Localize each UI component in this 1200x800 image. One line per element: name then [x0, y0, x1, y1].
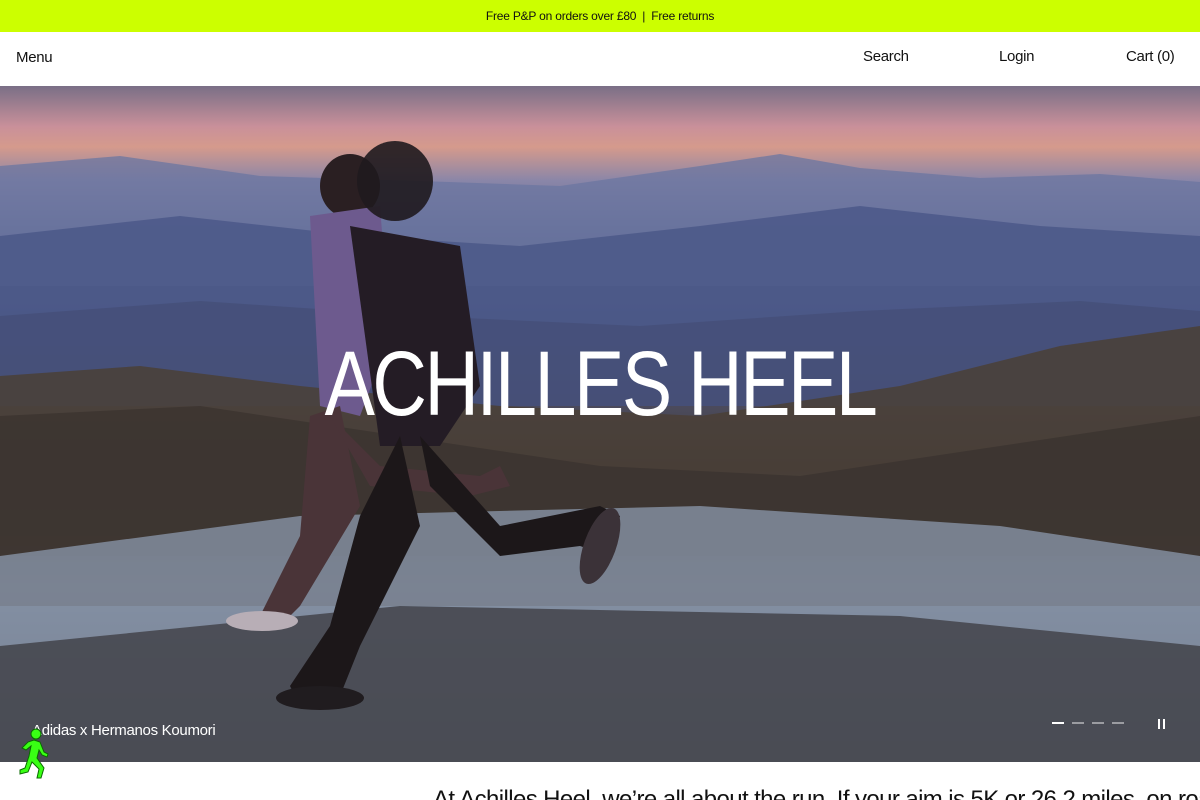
slide-dot-2[interactable]: [1072, 722, 1084, 724]
cart-link[interactable]: Cart (0): [1126, 48, 1175, 65]
menu-button[interactable]: Menu: [16, 49, 53, 66]
login-link[interactable]: Login: [999, 48, 1035, 65]
pause-bar-right: [1162, 719, 1165, 729]
promo-separator: |: [642, 9, 646, 23]
promo-shipping-text: Free P&P on orders over £80: [485, 9, 637, 23]
slide-dot-3[interactable]: [1092, 722, 1104, 724]
hero-caption[interactable]: Adidas x Hermanos Koumori: [32, 722, 216, 739]
hero-title: ACHILLES HEEL: [324, 333, 878, 435]
promo-bar: Free P&P on orders over £80 | Free retur…: [0, 0, 1200, 32]
slide-indicators: [1052, 722, 1124, 724]
slide-dot-4[interactable]: [1112, 722, 1124, 724]
intro-text: At Achilles Heel, we’re all about the ru…: [433, 786, 1200, 800]
runner-icon[interactable]: [14, 728, 52, 780]
pause-bar-left: [1157, 719, 1160, 729]
site-header: Menu Search Login Cart (0): [0, 32, 1200, 86]
search-button[interactable]: Search: [863, 48, 909, 65]
promo-returns-text: Free returns: [651, 9, 715, 23]
hero-banner[interactable]: ACHILLES HEEL Adidas x Hermanos Koumori: [0, 86, 1200, 762]
pause-icon[interactable]: [1155, 718, 1167, 730]
slide-dot-1[interactable]: [1052, 722, 1064, 724]
